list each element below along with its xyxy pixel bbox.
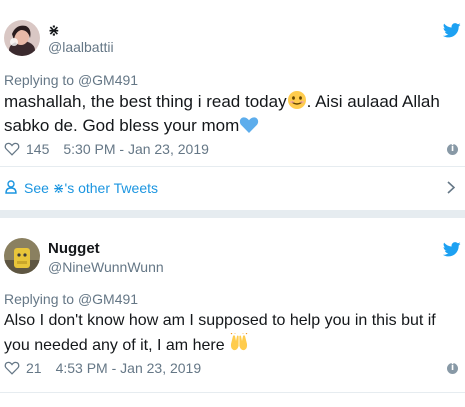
avatar[interactable] bbox=[4, 20, 40, 56]
display-name[interactable]: ⋇ bbox=[48, 22, 60, 39]
info-icon[interactable]: i bbox=[447, 363, 458, 374]
tweet-text-part-3: sabko de. God bless your mom bbox=[4, 116, 240, 135]
replying-to-prefix: Replying to bbox=[4, 72, 78, 88]
user-handle[interactable]: @laalbattii bbox=[48, 39, 114, 55]
tweet-card-1: ⋇ @laalbattii Replying to @GM491 mashall… bbox=[0, 0, 465, 166]
like-count: 145 bbox=[26, 141, 50, 157]
tweet-meta: 21 4:53 PM - Jan 23, 2019 bbox=[4, 360, 201, 376]
person-icon bbox=[5, 180, 17, 194]
avatar[interactable] bbox=[4, 238, 40, 274]
replying-to-handle[interactable]: @GM491 bbox=[78, 72, 138, 88]
tweet-timestamp[interactable]: 4:53 PM - Jan 23, 2019 bbox=[56, 360, 202, 376]
chevron-right-icon[interactable] bbox=[447, 181, 455, 194]
tweet-text-part-1: Also I don't know how am I supposed to h… bbox=[4, 312, 436, 329]
user-handle[interactable]: @NineWunnWunn bbox=[48, 259, 164, 275]
smiling-face-emoji-icon bbox=[287, 91, 306, 109]
tweet-timestamp[interactable]: 5:30 PM - Jan 23, 2019 bbox=[63, 141, 209, 157]
tweet-card-2: Nugget @NineWunnWunn Replying to @GM491 … bbox=[0, 218, 465, 407]
blue-heart-emoji-icon bbox=[240, 117, 259, 133]
replying-to-prefix: Replying to bbox=[4, 291, 78, 307]
raising-hands-emoji-icon bbox=[230, 333, 248, 351]
replying-to: Replying to @GM491 bbox=[4, 72, 138, 88]
info-icon[interactable]: i bbox=[447, 144, 458, 155]
see-other-tweets-link[interactable]: See ⋇'s other Tweets bbox=[0, 167, 465, 207]
tweet-text: Also I don't know how am I supposed to h… bbox=[4, 309, 464, 358]
heart-outline-icon[interactable] bbox=[4, 142, 20, 156]
divider bbox=[0, 392, 465, 393]
tweet-text-part-1: mashallah, the best thing i read today bbox=[4, 92, 287, 111]
tweet-text: mashallah, the best thing i read today . … bbox=[4, 90, 444, 138]
replying-to-handle[interactable]: @GM491 bbox=[78, 291, 138, 307]
display-name[interactable]: Nugget bbox=[48, 240, 100, 257]
twitter-bird-icon[interactable] bbox=[443, 23, 461, 38]
tweet-text-part-2: . Aisi aulaad Allah bbox=[306, 92, 440, 111]
divider bbox=[0, 210, 465, 218]
like-count: 21 bbox=[26, 360, 42, 376]
twitter-bird-icon[interactable] bbox=[443, 242, 461, 257]
see-other-tweets-label[interactable]: See ⋇'s other Tweets bbox=[24, 180, 158, 197]
replying-to: Replying to @GM491 bbox=[4, 291, 138, 307]
tweet-meta: 145 5:30 PM - Jan 23, 2019 bbox=[4, 141, 209, 157]
tweet-text-part-2: you needed any of it, I am here bbox=[4, 337, 225, 354]
heart-outline-icon[interactable] bbox=[4, 361, 20, 375]
